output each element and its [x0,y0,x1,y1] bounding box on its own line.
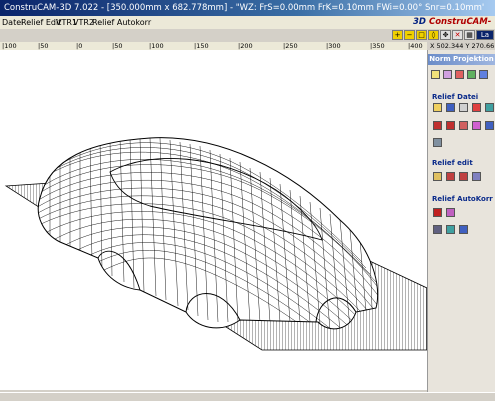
logo-name: ConstruCAM- [428,17,492,27]
section-relief-autokorr: Relief AutoKorr [432,195,493,203]
ruler-tick: |400 [408,42,423,50]
ruler-tick: |50 [38,42,49,50]
view-front-icon[interactable] [455,70,464,79]
zoom-window-icon[interactable]: □ [416,30,427,40]
relief-view-canvas[interactable] [0,50,428,390]
car-relief-mesh [4,137,428,351]
relief-tool-3-icon[interactable] [459,121,468,130]
view-left-icon[interactable] [443,70,452,79]
ruler-tick: |0 [76,42,83,50]
window-title: ConstruCAM-3D 7.022 - [350.000mm x 682.7… [4,3,484,13]
relief-tool-6-icon[interactable] [433,138,442,147]
autokorr-tool-1-icon[interactable] [433,208,442,217]
save-icon[interactable] [446,103,455,112]
coord-x: X 502.344 [430,42,464,50]
zoom-out-icon[interactable]: − [404,30,415,40]
coord-y: Y 270.66 [465,42,495,50]
ruler-tick: |50 [112,42,123,50]
autokorr-tool-5-icon[interactable] [459,225,468,234]
import-icon[interactable] [472,103,481,112]
section-relief-edit: Relief edit [432,159,473,167]
edit-tool-2-icon[interactable] [459,172,468,181]
view-top-icon[interactable] [467,70,476,79]
magnify-icon[interactable] [433,172,442,181]
app-logo: 3D ConstruCAM- [413,16,491,29]
layer-button[interactable]: La [476,30,494,40]
edit-tool-1-icon[interactable] [446,172,455,181]
section-relief-datei: Relief Datei [432,93,479,101]
autokorr-tool-3-icon[interactable] [433,225,442,234]
copy-icon[interactable] [459,103,468,112]
ruler-tick: |150 [194,42,209,50]
ruler-tick: |100 [2,42,17,50]
export-icon[interactable] [485,103,494,112]
folder-icon[interactable] [431,70,440,79]
autokorr-tool-4-icon[interactable] [446,225,455,234]
logo-prefix: 3D [413,17,426,27]
coordinate-readout: X 502.344 Y 270.66 [430,42,494,50]
view-icon[interactable]: ▦ [464,30,475,40]
zoom-in-icon[interactable]: + [392,30,403,40]
ruler-tick: |300 [326,42,341,50]
ruler-tick: |100 [149,42,164,50]
ruler-tick: |350 [370,42,385,50]
autokorr-tool-2-icon[interactable] [446,208,455,217]
relief-tool-2-icon[interactable] [446,121,455,130]
relief-tool-1-icon[interactable] [433,121,442,130]
relief-tool-4-icon[interactable] [472,121,481,130]
relief-tool-5-icon[interactable] [485,121,494,130]
edit-tool-3-icon[interactable] [472,172,481,181]
ruler-tick: |200 [238,42,253,50]
open-file-icon[interactable] [433,103,442,112]
ruler-tick: |250 [283,42,298,50]
menu-vtr2[interactable]: VTR2 [73,16,94,29]
panel-title: Norm Projektion [428,54,495,65]
close-view-icon[interactable]: ✕ [452,30,463,40]
menu-relief-autokorr[interactable]: Relief Autokorr [92,16,151,29]
view-iso-icon[interactable] [479,70,488,79]
pan-icon[interactable]: ✥ [440,30,451,40]
zoom-fit-icon[interactable]: ◊ [428,30,439,40]
